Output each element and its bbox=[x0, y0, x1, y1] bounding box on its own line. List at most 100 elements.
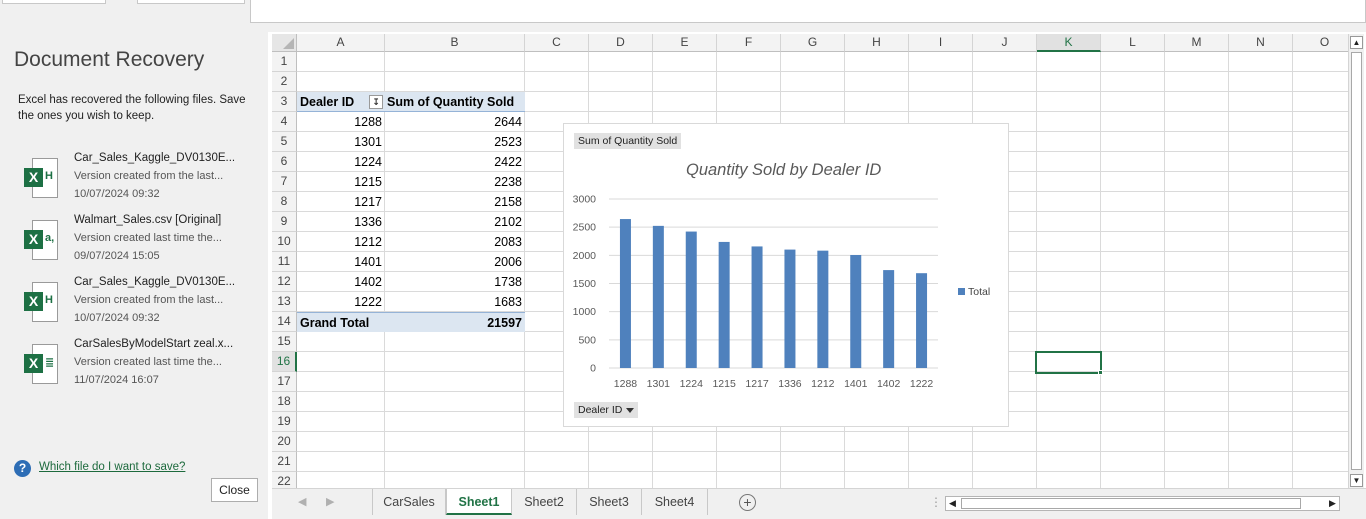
row-header-2[interactable]: 2 bbox=[272, 72, 297, 92]
row-header-9[interactable]: 9 bbox=[272, 212, 297, 232]
row-header-10[interactable]: 10 bbox=[272, 232, 297, 252]
column-header-g[interactable]: G bbox=[781, 34, 845, 52]
tab-scroll-left-icon[interactable]: ◀ bbox=[298, 495, 306, 508]
ribbon-button[interactable] bbox=[137, 0, 245, 4]
column-header-d[interactable]: D bbox=[589, 34, 653, 52]
close-button[interactable]: Close bbox=[211, 478, 258, 502]
sheet-tab-sheet4[interactable]: Sheet4 bbox=[642, 489, 708, 515]
pivot-dealer-id-cell[interactable]: 1336 bbox=[297, 212, 385, 232]
pivot-quantity-cell[interactable]: 2644 bbox=[385, 112, 525, 132]
row-header-19[interactable]: 19 bbox=[272, 412, 297, 432]
pivot-dealer-id-cell[interactable]: 1217 bbox=[297, 192, 385, 212]
sheet-tab-sheet3[interactable]: Sheet3 bbox=[577, 489, 642, 515]
scroll-down-icon[interactable]: ▼ bbox=[1350, 474, 1363, 487]
row-header-22[interactable]: 22 bbox=[272, 472, 297, 488]
column-header-o[interactable]: O bbox=[1293, 34, 1348, 52]
splitter-handle-icon[interactable]: ⋮ bbox=[930, 495, 942, 509]
row-header-17[interactable]: 17 bbox=[272, 372, 297, 392]
pivot-dealer-id-cell[interactable]: 1401 bbox=[297, 252, 385, 272]
chart-bar[interactable] bbox=[751, 246, 763, 368]
row-header-21[interactable]: 21 bbox=[272, 452, 297, 472]
pivot-quantity-cell[interactable]: 2523 bbox=[385, 132, 525, 152]
recovered-file-item[interactable]: X ≣ CarSalesByModelStart zeal.x... Versio… bbox=[22, 338, 262, 398]
scroll-left-icon[interactable]: ◀ bbox=[946, 497, 959, 510]
pivot-dealer-id-cell[interactable]: 1402 bbox=[297, 272, 385, 292]
pivot-dealer-id-cell[interactable]: 1215 bbox=[297, 172, 385, 192]
row-header-11[interactable]: 11 bbox=[272, 252, 297, 272]
pivot-grand-total-label[interactable]: Grand Total bbox=[297, 312, 385, 332]
scroll-up-icon[interactable]: ▲ bbox=[1350, 36, 1363, 49]
recovered-file-item[interactable]: Xa, Walmart_Sales.csv [Original] Version… bbox=[22, 214, 262, 274]
chart-bar[interactable] bbox=[784, 249, 796, 368]
pivot-dealer-id-cell[interactable]: 1212 bbox=[297, 232, 385, 252]
chart-bar[interactable] bbox=[652, 225, 664, 368]
column-header-e[interactable]: E bbox=[653, 34, 717, 52]
column-header-k[interactable]: K bbox=[1037, 34, 1101, 52]
pivot-dealer-id-cell[interactable]: 1224 bbox=[297, 152, 385, 172]
column-header-f[interactable]: F bbox=[717, 34, 781, 52]
pivot-quantity-cell[interactable]: 2083 bbox=[385, 232, 525, 252]
row-header-15[interactable]: 15 bbox=[272, 332, 297, 352]
horizontal-scrollbar[interactable]: ◀ ▶ bbox=[945, 496, 1340, 511]
row-header-7[interactable]: 7 bbox=[272, 172, 297, 192]
pivot-dealer-id-cell[interactable]: 1288 bbox=[297, 112, 385, 132]
recovered-file-item[interactable]: XH Car_Sales_Kaggle_DV0130E... Version c… bbox=[22, 152, 262, 212]
chart-bar[interactable] bbox=[718, 241, 730, 368]
add-sheet-icon[interactable]: + bbox=[739, 494, 756, 511]
pivot-dealer-id-cell[interactable]: 1301 bbox=[297, 132, 385, 152]
pivot-chart[interactable]: Sum of Quantity Sold Quantity Sold by De… bbox=[563, 123, 1009, 427]
column-header-j[interactable]: J bbox=[973, 34, 1037, 52]
column-header-i[interactable]: I bbox=[909, 34, 973, 52]
row-header-16[interactable]: 16 bbox=[272, 352, 297, 372]
pivot-quantity-cell[interactable]: 2102 bbox=[385, 212, 525, 232]
column-header-b[interactable]: B bbox=[385, 34, 525, 52]
pivot-quantity-cell[interactable]: 1683 bbox=[385, 292, 525, 312]
chart-bar[interactable] bbox=[883, 270, 895, 368]
sheet-tab-sheet2[interactable]: Sheet2 bbox=[512, 489, 577, 515]
chart-bar[interactable] bbox=[850, 254, 862, 368]
ribbon-button[interactable] bbox=[2, 0, 106, 4]
chart-bar[interactable] bbox=[916, 273, 928, 368]
row-header-18[interactable]: 18 bbox=[272, 392, 297, 412]
row-header-1[interactable]: 1 bbox=[272, 52, 297, 72]
recovered-file-item[interactable]: XH Car_Sales_Kaggle_DV0130E... Version c… bbox=[22, 276, 262, 336]
pivot-quantity-cell[interactable]: 2006 bbox=[385, 252, 525, 272]
pivot-quantity-cell[interactable]: 2238 bbox=[385, 172, 525, 192]
column-header-c[interactable]: C bbox=[525, 34, 589, 52]
chart-legend[interactable]: Total bbox=[958, 286, 990, 298]
row-header-3[interactable]: 3 bbox=[272, 92, 297, 112]
chart-axis-field-button[interactable]: Dealer ID bbox=[574, 402, 639, 418]
pivot-dealer-id-cell[interactable]: 1222 bbox=[297, 292, 385, 312]
row-header-5[interactable]: 5 bbox=[272, 132, 297, 152]
column-header-a[interactable]: A bbox=[297, 34, 385, 52]
horizontal-scroll-thumb[interactable] bbox=[961, 498, 1301, 509]
filter-dropdown-icon[interactable]: ↧ bbox=[369, 95, 383, 109]
column-header-l[interactable]: L bbox=[1101, 34, 1165, 52]
row-header-14[interactable]: 14 bbox=[272, 312, 297, 332]
pivot-grand-total-value[interactable]: 21597 bbox=[385, 312, 525, 332]
chart-bar[interactable] bbox=[685, 231, 697, 368]
row-header-20[interactable]: 20 bbox=[272, 432, 297, 452]
vertical-scrollbar[interactable]: ▲ ▼ bbox=[1348, 34, 1364, 488]
pivot-quantity-cell[interactable]: 2158 bbox=[385, 192, 525, 212]
column-header-m[interactable]: M bbox=[1165, 34, 1229, 52]
row-header-13[interactable]: 13 bbox=[272, 292, 297, 312]
scroll-right-icon[interactable]: ▶ bbox=[1326, 497, 1339, 510]
sheet-tab-sheet1[interactable]: Sheet1 bbox=[446, 489, 512, 515]
vertical-scroll-thumb[interactable] bbox=[1351, 52, 1362, 470]
fill-handle[interactable] bbox=[1098, 370, 1103, 375]
select-all-corner[interactable] bbox=[272, 34, 297, 52]
row-header-12[interactable]: 12 bbox=[272, 272, 297, 292]
column-header-h[interactable]: H bbox=[845, 34, 909, 52]
pivot-header-dealer-id[interactable]: Dealer ID ↧ bbox=[297, 92, 385, 112]
pivot-header-sum-quantity[interactable]: Sum of Quantity Sold bbox=[385, 92, 525, 112]
row-header-4[interactable]: 4 bbox=[272, 112, 297, 132]
chart-bar[interactable] bbox=[619, 219, 631, 368]
pivot-quantity-cell[interactable]: 2422 bbox=[385, 152, 525, 172]
formula-bar[interactable] bbox=[250, 0, 1366, 23]
chart-bar[interactable] bbox=[817, 250, 829, 368]
pivot-quantity-cell[interactable]: 1738 bbox=[385, 272, 525, 292]
active-cell[interactable] bbox=[1035, 351, 1102, 374]
help-link[interactable]: Which file do I want to save? bbox=[39, 461, 185, 473]
row-header-6[interactable]: 6 bbox=[272, 152, 297, 172]
